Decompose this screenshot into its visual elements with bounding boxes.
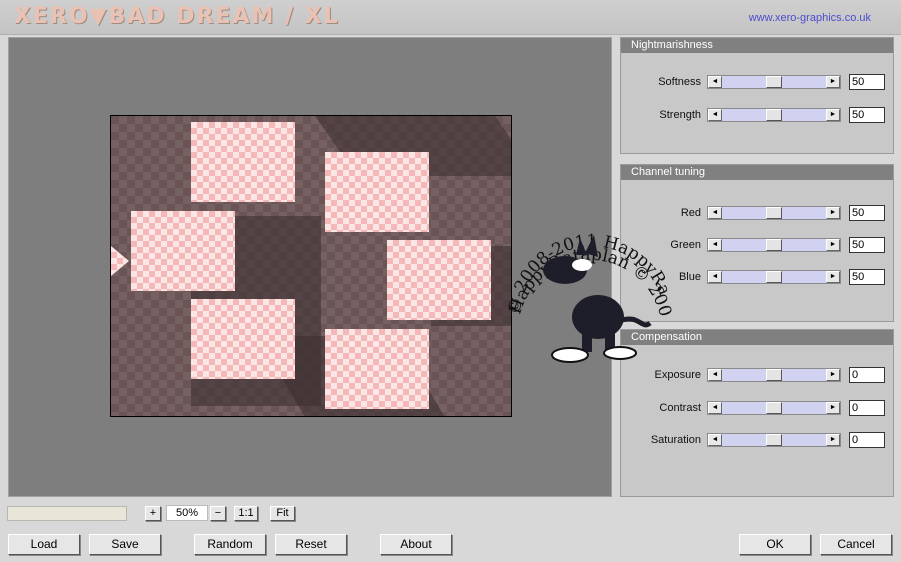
image-tile	[325, 329, 429, 409]
load-button[interactable]: Load	[8, 534, 80, 555]
saturation-input[interactable]: 0	[849, 432, 885, 448]
slider-label: Contrast	[659, 402, 701, 414]
green-slider[interactable]: ◄ ►	[707, 238, 841, 252]
slider-thumb[interactable]	[766, 434, 782, 446]
blue-slider[interactable]: ◄ ►	[707, 270, 841, 284]
contrast-input[interactable]: 0	[849, 400, 885, 416]
cancel-button[interactable]: Cancel	[820, 534, 892, 555]
actual-size-button[interactable]: 1:1	[234, 506, 258, 521]
slider-thumb[interactable]	[766, 369, 782, 381]
status-field	[7, 506, 127, 521]
save-button[interactable]: Save	[89, 534, 161, 555]
arrow-left-icon[interactable]: ◄	[708, 402, 722, 414]
arrow-left-icon[interactable]: ◄	[708, 239, 722, 251]
row-saturation: Saturation ◄ ► 0	[621, 432, 895, 449]
contrast-slider[interactable]: ◄ ►	[707, 401, 841, 415]
website-link[interactable]: www.xero-graphics.co.uk	[749, 12, 871, 24]
slider-thumb[interactable]	[766, 239, 782, 251]
row-contrast: Contrast ◄ ► 0	[621, 400, 895, 417]
panel-compensation: Compensation Exposure ◄ ► 0 Contrast ◄ ►…	[620, 329, 894, 497]
zoom-out-button[interactable]: −	[210, 506, 226, 521]
slider-label: Blue	[678, 271, 701, 283]
arrow-right-icon[interactable]: ►	[826, 239, 840, 251]
reset-button[interactable]: Reset	[275, 534, 347, 555]
zoom-level: 50%	[166, 505, 208, 521]
slider-label: Red	[680, 207, 701, 219]
red-input[interactable]: 50	[849, 205, 885, 221]
arrow-left-icon[interactable]: ◄	[708, 207, 722, 219]
arrow-right-icon[interactable]: ►	[826, 402, 840, 414]
image-tile	[131, 211, 235, 291]
image-tile	[191, 299, 295, 379]
row-strength: Strength ◄ ► 50	[621, 107, 895, 124]
arrow-left-icon[interactable]: ◄	[708, 271, 722, 283]
exposure-slider[interactable]: ◄ ►	[707, 368, 841, 382]
ok-button[interactable]: OK	[739, 534, 811, 555]
preview-image[interactable]	[110, 115, 512, 417]
blue-input[interactable]: 50	[849, 269, 885, 285]
arrow-right-icon[interactable]: ►	[826, 76, 840, 88]
slider-label: Saturation	[650, 434, 701, 446]
arrow-left-icon[interactable]: ◄	[708, 369, 722, 381]
slider-label: Green	[670, 239, 701, 251]
panel-title: Compensation	[621, 330, 893, 345]
slider-label: Exposure	[654, 369, 701, 381]
panel-channel-tuning: Channel tuning Red ◄ ► 50 Green ◄ ► 50 B…	[620, 164, 894, 322]
arrow-right-icon[interactable]: ►	[826, 369, 840, 381]
panel-nightmarishness: Nightmarishness Softness ◄ ► 50 Strength…	[620, 37, 894, 154]
fit-button[interactable]: Fit	[270, 506, 295, 521]
image-tile	[191, 122, 295, 202]
exposure-input[interactable]: 0	[849, 367, 885, 383]
arrow-left-icon[interactable]: ◄	[708, 109, 722, 121]
arrow-right-icon[interactable]: ►	[826, 271, 840, 283]
saturation-slider[interactable]: ◄ ►	[707, 433, 841, 447]
app-logo: XERO▼BAD DREAM / XL	[14, 4, 340, 29]
row-softness: Softness ◄ ► 50	[621, 74, 895, 91]
green-input[interactable]: 50	[849, 237, 885, 253]
strength-input[interactable]: 50	[849, 107, 885, 123]
row-red: Red ◄ ► 50	[621, 205, 895, 222]
random-button[interactable]: Random	[194, 534, 266, 555]
image-tile	[111, 246, 129, 276]
arrow-left-icon[interactable]: ◄	[708, 76, 722, 88]
red-slider[interactable]: ◄ ►	[707, 206, 841, 220]
slider-label: Softness	[658, 76, 701, 88]
slider-thumb[interactable]	[766, 109, 782, 121]
slider-label: Strength	[659, 109, 701, 121]
row-blue: Blue ◄ ► 50	[621, 269, 895, 286]
row-exposure: Exposure ◄ ► 0	[621, 367, 895, 384]
title-bar: XERO▼BAD DREAM / XL www.xero-graphics.co…	[0, 0, 901, 35]
arrow-left-icon[interactable]: ◄	[708, 434, 722, 446]
slider-thumb[interactable]	[766, 207, 782, 219]
arrow-right-icon[interactable]: ►	[826, 109, 840, 121]
arrow-right-icon[interactable]: ►	[826, 207, 840, 219]
about-button[interactable]: About	[380, 534, 452, 555]
panel-title: Channel tuning	[621, 165, 893, 180]
panel-title: Nightmarishness	[621, 38, 893, 53]
image-tile	[387, 240, 491, 320]
slider-thumb[interactable]	[766, 76, 782, 88]
slider-thumb[interactable]	[766, 402, 782, 414]
row-green: Green ◄ ► 50	[621, 237, 895, 254]
arrow-right-icon[interactable]: ►	[826, 434, 840, 446]
softness-slider[interactable]: ◄ ►	[707, 75, 841, 89]
preview-area[interactable]	[8, 37, 612, 497]
image-tile	[325, 152, 429, 232]
slider-thumb[interactable]	[766, 271, 782, 283]
strength-slider[interactable]: ◄ ►	[707, 108, 841, 122]
zoom-in-button[interactable]: +	[145, 506, 161, 521]
softness-input[interactable]: 50	[849, 74, 885, 90]
